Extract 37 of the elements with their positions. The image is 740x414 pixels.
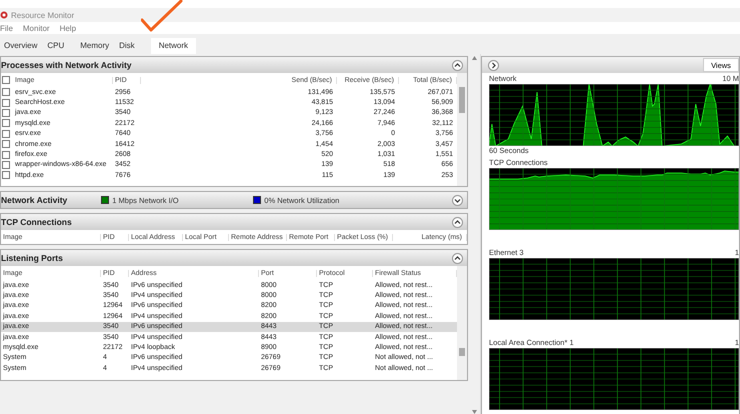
checkmark-icon bbox=[141, 0, 183, 32]
scrollbar[interactable] bbox=[457, 266, 467, 380]
checkbox[interactable] bbox=[2, 171, 10, 180]
checkbox[interactable] bbox=[2, 160, 10, 169]
checkbox[interactable] bbox=[2, 130, 10, 138]
checkbox[interactable] bbox=[2, 76, 10, 84]
scroll-down-icon[interactable] bbox=[472, 410, 476, 414]
section-title: Network Activity bbox=[1, 195, 68, 205]
checkbox[interactable] bbox=[2, 150, 10, 159]
tab[interactable]: CPU bbox=[43, 39, 68, 54]
menu-item[interactable]: Help bbox=[60, 24, 76, 32]
checkbox[interactable] bbox=[2, 140, 10, 148]
tab[interactable]: Network bbox=[150, 38, 196, 54]
tab[interactable]: Disk bbox=[115, 39, 139, 54]
section-title: Processes with Network Activity bbox=[1, 60, 132, 70]
expand-chevron-icon[interactable] bbox=[452, 194, 463, 206]
section-header[interactable]: TCP Connections bbox=[1, 214, 467, 230]
app-icon bbox=[0, 11, 8, 19]
checkbox[interactable] bbox=[2, 98, 10, 107]
section-title: TCP Connections bbox=[1, 217, 72, 227]
tab[interactable]: Overview bbox=[0, 39, 42, 54]
collapse-chevron-icon[interactable] bbox=[452, 252, 463, 264]
section-header[interactable]: Listening Ports bbox=[1, 250, 467, 266]
checkbox[interactable] bbox=[2, 119, 10, 128]
window-title: Resource Monitor bbox=[11, 10, 74, 20]
scroll-up-icon[interactable] bbox=[472, 56, 476, 60]
section-header[interactable]: Processes with Network Activity bbox=[1, 57, 467, 73]
collapse-chevron-icon[interactable] bbox=[452, 216, 463, 228]
menu-item[interactable]: Monitor bbox=[22, 24, 50, 32]
section-title: Listening Ports bbox=[1, 253, 63, 263]
checkbox[interactable] bbox=[2, 88, 10, 96]
expand-chevron-icon[interactable] bbox=[488, 60, 499, 70]
tab[interactable]: Memory bbox=[76, 39, 114, 54]
menu-item[interactable]: File bbox=[0, 24, 13, 32]
scrollbar[interactable] bbox=[457, 73, 467, 186]
collapse-chevron-icon[interactable] bbox=[452, 60, 463, 70]
checkbox[interactable] bbox=[2, 108, 10, 117]
